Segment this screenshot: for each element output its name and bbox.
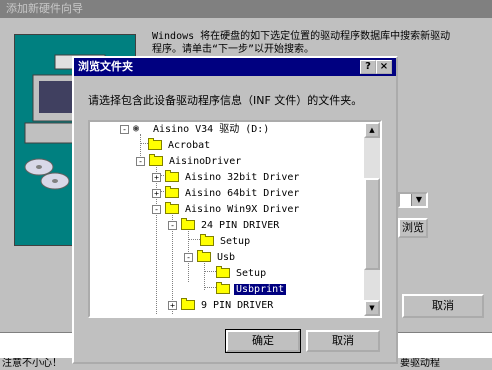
- tree-item-aisino-32bit[interactable]: + Aisino 32bit Driver: [152, 170, 301, 186]
- tree-item-drive[interactable]: - ◉ Aisino V34 驱动 (D:): [120, 122, 271, 138]
- tree-item-acrobat[interactable]: Acrobat: [148, 138, 212, 154]
- scrollbar-thumb[interactable]: [364, 178, 380, 270]
- tree-item-label: Aisino Win9X Driver: [185, 204, 300, 215]
- collapse-icon[interactable]: -: [120, 124, 129, 134]
- tree-item-label: Acrobat: [168, 140, 211, 151]
- location-dropdown[interactable]: ▼: [398, 192, 428, 208]
- tree-item-label: 24 PIN DRIVER: [201, 220, 280, 231]
- tree-item-label: Usbprint: [232, 283, 288, 296]
- tree-item-usb[interactable]: - Usb: [184, 250, 237, 266]
- folder-open-icon: [197, 250, 211, 262]
- folder-open-icon: [216, 282, 230, 294]
- browse-button[interactable]: 浏览(R)...: [398, 218, 428, 238]
- folder-open-icon: [181, 218, 195, 230]
- tree-item-9pin[interactable]: +9 PIN DRIVER: [168, 298, 275, 314]
- folder-open-icon: [149, 154, 163, 166]
- dialog-prompt: 请选择包含此设备驱动程序信息（INF 文件）的文件夹。: [88, 94, 363, 107]
- dialog-cancel-button[interactable]: 取消: [306, 330, 380, 352]
- folder-open-icon: [165, 202, 179, 214]
- chevron-down-icon[interactable]: ▼: [411, 194, 426, 206]
- browse-folder-dialog: 浏览文件夹 ? × 请选择包含此设备驱动程序信息（INF 文件）的文件夹。 - ◉…: [72, 56, 398, 364]
- cd-drive-icon: ◉: [133, 123, 140, 134]
- folder-icon: [216, 266, 230, 278]
- dialog-title-bar: 浏览文件夹: [74, 58, 396, 76]
- collapse-icon[interactable]: -: [136, 156, 145, 166]
- tree-item-label: AisinoDriver: [169, 156, 242, 167]
- scroll-down-icon[interactable]: ▼: [364, 300, 380, 316]
- tree-item-aisino-win9x[interactable]: - Aisino Win9X Driver: [152, 202, 301, 218]
- close-button[interactable]: ×: [376, 60, 392, 74]
- wizard-instructions: Windows 将在硬盘的如下选定位置的驱动程序数据库中搜索新驱动程序。请单击“…: [152, 31, 451, 55]
- tree-item-label: Setup: [236, 268, 267, 279]
- folder-icon: [165, 170, 179, 182]
- tree-item-label: Setup: [220, 236, 251, 247]
- ok-button[interactable]: 确定: [225, 329, 301, 353]
- collapse-icon[interactable]: -: [152, 204, 161, 214]
- tree-item-label: Usb: [217, 252, 236, 263]
- folder-tree[interactable]: - ◉ Aisino V34 驱动 (D:) Acrobat - AisinoDriv…: [88, 120, 382, 318]
- tree-item-usbprint[interactable]: Usbprint: [216, 282, 288, 298]
- help-button[interactable]: ?: [360, 60, 376, 74]
- wizard-cancel-button[interactable]: 取消: [402, 294, 484, 318]
- tree-item-label: Aisino 32bit Driver: [185, 172, 300, 183]
- tree-item-24pin[interactable]: - 24 PIN DRIVER: [168, 218, 281, 234]
- folder-icon: [200, 234, 214, 246]
- dialog-title: 浏览文件夹: [78, 60, 133, 73]
- tree-item-aisino-64bit[interactable]: + Aisino 64bit Driver: [152, 186, 301, 202]
- folder-icon: [148, 138, 162, 150]
- collapse-icon[interactable]: -: [168, 220, 177, 230]
- expand-icon[interactable]: +: [168, 300, 177, 310]
- folder-icon: [165, 186, 179, 198]
- collapse-icon[interactable]: -: [184, 252, 193, 262]
- status-text-left: 注意不小心！: [2, 358, 62, 369]
- tree-item-setup[interactable]: Setup: [200, 234, 252, 250]
- tree-item-aisinodriver[interactable]: - AisinoDriver: [136, 154, 243, 170]
- scroll-up-icon[interactable]: ▲: [364, 122, 380, 138]
- tree-item-label: Aisino V34 驱动 (D:): [153, 124, 270, 135]
- wizard-title-bar: 添加新硬件向导: [0, 0, 492, 18]
- expand-icon[interactable]: +: [152, 188, 161, 198]
- expand-icon[interactable]: +: [152, 172, 161, 182]
- folder-icon: [181, 298, 195, 310]
- tree-item-label: Aisino 64bit Driver: [185, 188, 300, 199]
- status-text-right: 要驱动程: [400, 358, 440, 369]
- tree-item-label: 9 PIN DRIVER: [201, 300, 274, 311]
- tree-item-usb-setup[interactable]: Setup: [216, 266, 268, 282]
- tree-scrollbar[interactable]: ▲ ▼: [364, 122, 380, 316]
